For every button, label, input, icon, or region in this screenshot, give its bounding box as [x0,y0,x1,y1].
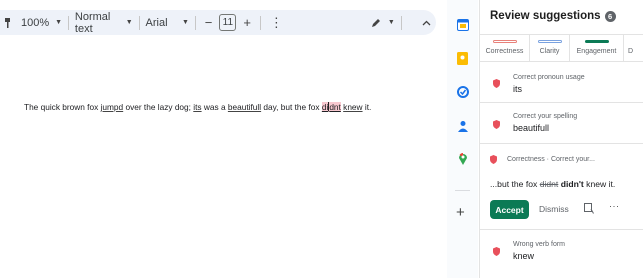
flagged-word[interactable]: beautifull [228,102,261,112]
suggestion-card[interactable]: Correct pronoun usage its [480,62,643,102]
accept-button[interactable]: Accept [490,200,529,219]
style-value: Normal text [74,10,111,35]
contacts-icon[interactable] [456,119,469,132]
suggestion-text: beautifull [513,123,550,133]
zoom-value: 100% [21,16,50,29]
suggestion-card[interactable]: Correct your spelling beautifull [480,103,643,143]
selected-word-part: dnt [329,102,341,112]
preview-suffix: knew it. [583,179,616,189]
suggestion-card[interactable]: Wrong verb form knew [480,230,643,270]
tab-label: D [628,48,634,55]
category-tabs: Correctness Clarity Engagement D [480,34,643,62]
add-on-plus-icon[interactable]: + [456,205,465,220]
formatting-toolbar: 100% ▼ Normal text ▼ Arial ▼ − 11 + ⋮ ▼ [0,10,436,35]
flagged-word[interactable]: knew [343,102,362,112]
keep-icon[interactable] [456,52,469,65]
toolbar-divider [400,15,402,30]
format-paint-icon[interactable] [0,10,11,35]
tab-label: Engagement [576,48,617,55]
suggestion-text: knew [513,251,535,261]
font-select[interactable]: Arial ▼ [146,10,189,35]
feedback-flag-icon[interactable] [584,203,594,214]
suggestion-type: Correct your spelling [513,113,578,120]
more-options-icon[interactable]: ··· [609,201,620,211]
dismiss-button[interactable]: Dismiss [539,204,569,214]
tab-label: Clarity [539,48,560,55]
chevron-up-icon [422,20,431,25]
document-paragraph[interactable]: The quick brown fox jumpd over the lazy … [24,102,371,112]
toolbar-divider [138,15,140,30]
chevron-down-icon: ▼ [182,19,189,26]
toolbar-divider [259,15,261,30]
tab-correctness[interactable]: Correctness [480,35,530,61]
side-panel-strip: + [447,0,478,278]
panel-title: Review suggestions [490,10,601,22]
tab-indicator [584,40,609,43]
chevron-down-icon: ▼ [55,19,63,26]
suggestion-count-badge: 6 [604,10,616,22]
panel-header: Review suggestions 6 [490,10,616,22]
suggestion-text: its [513,84,522,94]
shield-icon [493,79,500,88]
selected-flagged-word[interactable]: didnt [321,102,341,112]
shield-icon [493,247,500,256]
more-options-icon[interactable]: ⋮ [267,10,286,35]
tab-indicator [492,40,517,43]
font-size-input[interactable]: 11 [219,14,237,31]
tab-clarity[interactable]: Clarity [530,35,570,61]
decrease-font-size-button[interactable]: − [202,10,216,35]
calendar-icon[interactable] [456,18,469,31]
text-segment: it. [362,102,372,112]
zoom-select[interactable]: 100% ▼ [21,10,62,35]
tasks-icon[interactable] [456,85,469,98]
text-segment: over the lazy dog; [123,102,194,112]
preview-new-word: didn't [560,179,584,189]
strip-divider [455,190,470,191]
toolbar-divider [68,15,69,30]
review-suggestions-panel: Review suggestions 6 Correctness Clarity… [479,0,643,278]
flagged-word[interactable]: its [193,102,201,112]
shield-icon [493,120,500,129]
expanded-suggestion-header: Correctness · Correct your... [507,156,595,163]
text-segment: day, but the fox [261,102,322,112]
text-segment: was a [201,102,228,112]
tab-label: Correctness [485,48,524,55]
chevron-down-icon: ▼ [387,19,395,26]
tab-engagement[interactable]: Engagement [570,35,624,61]
preview-old-word: didnt [539,179,559,189]
shield-icon [490,155,497,164]
editing-mode-select[interactable]: ▼ [370,10,395,35]
preview-prefix: ...but the fox [490,179,540,189]
text-segment: The quick brown fox [24,102,101,112]
tab-delivery[interactable]: D [624,35,643,61]
increase-font-size-button[interactable]: + [240,10,254,35]
suggestion-type: Correct pronoun usage [513,74,585,81]
tab-indicator [537,40,562,43]
flagged-word[interactable]: jumpd [101,102,124,112]
toolbar-divider [194,15,196,30]
chevron-down-icon: ▼ [125,19,133,26]
collapse-toolbar-button[interactable] [418,12,436,34]
pencil-icon [371,18,380,27]
suggestion-type: Wrong verb form [513,241,565,248]
style-select[interactable]: Normal text ▼ [75,10,133,35]
maps-icon[interactable] [456,152,469,165]
suggestion-preview: ...but the fox didnt didn't knew it. [490,179,615,189]
font-value: Arial [145,16,168,29]
card-divider [480,143,643,144]
